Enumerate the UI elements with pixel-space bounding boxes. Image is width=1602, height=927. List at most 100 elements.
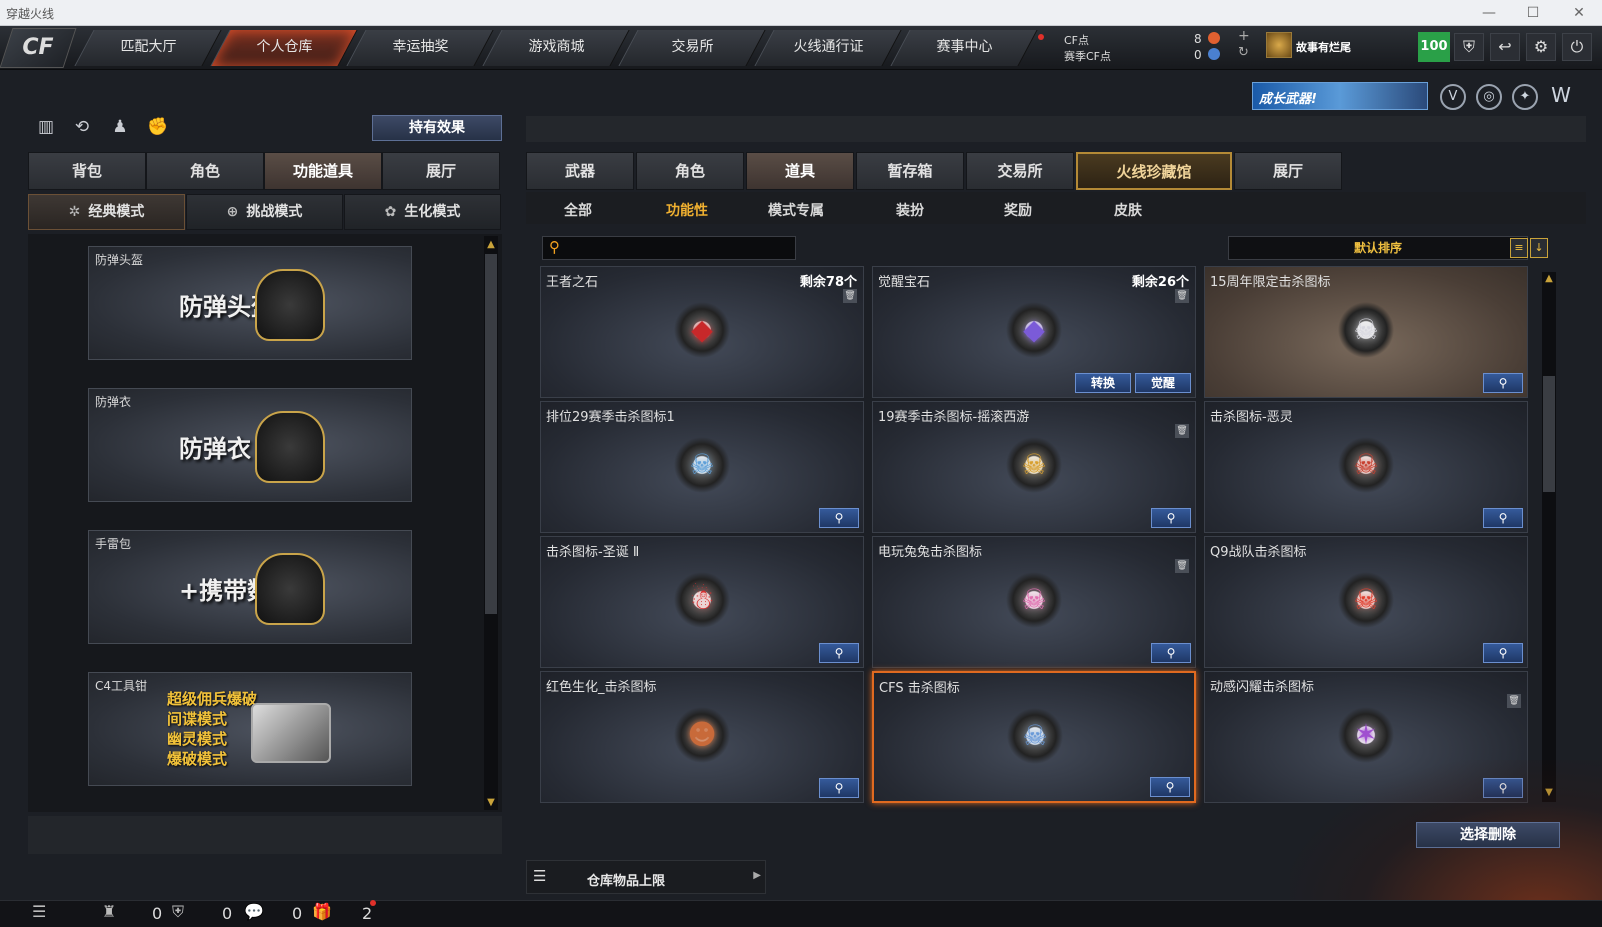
- trash-icon[interactable]: 🗑: [1175, 559, 1189, 573]
- right-tab-5[interactable]: 火线珍藏馆: [1076, 152, 1232, 190]
- avatar[interactable]: [1266, 32, 1292, 58]
- item-card[interactable]: 红色生化_击杀图标 ☻ ⚲: [540, 671, 864, 803]
- magnify-icon[interactable]: ⚲: [1150, 777, 1190, 797]
- nav-tab-1[interactable]: 个人仓库: [210, 30, 358, 66]
- trash-icon[interactable]: 🗑: [1175, 424, 1189, 438]
- sub-tab-0[interactable]: 全部: [564, 200, 592, 220]
- menu-icon[interactable]: ☰: [32, 902, 46, 921]
- right-scroll-up[interactable]: ▲: [1542, 272, 1556, 286]
- item-card[interactable]: 击杀图标-圣诞 Ⅱ ☃ ⚲: [540, 536, 864, 668]
- magnify-icon[interactable]: ⚲: [819, 508, 859, 528]
- left-tab-3[interactable]: 展厅: [382, 152, 500, 190]
- cf-logo[interactable]: CF: [0, 28, 77, 68]
- trash-icon[interactable]: 🗑: [1175, 289, 1189, 303]
- close-button[interactable]: ✕: [1562, 2, 1596, 24]
- nav-tab-3[interactable]: 游戏商城: [482, 30, 630, 66]
- mode-tab-0[interactable]: ✲ 经典模式: [28, 194, 185, 230]
- status-count-gift: 2: [362, 904, 373, 923]
- nav-tab-2[interactable]: 幸运抽奖: [346, 30, 494, 66]
- add-cf-button[interactable]: +: [1238, 28, 1250, 44]
- item-emblem-icon: ◆: [669, 297, 735, 363]
- search-input[interactable]: ⚲: [542, 236, 796, 260]
- left-item-card[interactable]: C4工具钳 超级佣兵爆破 间谍模式 幽灵模式 爆破模式: [88, 672, 412, 786]
- sort-direction-icon[interactable]: ↓: [1530, 238, 1548, 258]
- trash-icon[interactable]: 🗑: [843, 289, 857, 303]
- item-card[interactable]: Q9战队击杀图标 ☠ ⚲: [1204, 536, 1528, 668]
- left-scroll-up[interactable]: ▲: [484, 238, 498, 252]
- item-card[interactable]: 排位29赛季击杀图标1 ☠ ⚲: [540, 401, 864, 533]
- maximize-button[interactable]: ☐: [1516, 2, 1550, 24]
- gift-icon[interactable]: 🎁: [312, 902, 332, 921]
- stats-icon[interactable]: ▥: [34, 117, 58, 141]
- magnify-icon[interactable]: ⚲: [1151, 643, 1191, 663]
- left-item-card[interactable]: 防弹头盔 防弹头盔: [88, 246, 412, 360]
- shield-status-icon[interactable]: ⛨: [172, 902, 184, 922]
- sub-tab-2[interactable]: 模式专属: [768, 200, 824, 220]
- magnify-icon[interactable]: ⚲: [819, 778, 859, 798]
- right-tab-2[interactable]: 道具: [746, 152, 854, 190]
- sub-tab-4[interactable]: 奖励: [1004, 200, 1032, 220]
- gear-icon[interactable]: ⚙: [1526, 33, 1556, 61]
- item-card[interactable]: 击杀图标-恶灵 ☠ ⚲: [1204, 401, 1528, 533]
- item-card[interactable]: 电玩兔兔击杀图标 🗑 ☠ ⚲: [872, 536, 1196, 668]
- left-tab-2[interactable]: 功能道具: [264, 152, 382, 190]
- right-tab-4[interactable]: 交易所: [966, 152, 1074, 190]
- trash-icon[interactable]: 🗑: [1507, 694, 1521, 708]
- character-icon[interactable]: ♟: [108, 117, 132, 141]
- list-view-icon[interactable]: ≡: [1510, 238, 1528, 258]
- minimize-button[interactable]: —: [1472, 2, 1506, 24]
- shield-icon[interactable]: ⛨: [1454, 33, 1484, 61]
- badge-icon[interactable]: V: [1440, 84, 1466, 110]
- user-name[interactable]: 故事有烂尾: [1296, 39, 1351, 55]
- mode-tab-2[interactable]: ✿ 生化模式: [344, 194, 501, 230]
- awaken-button[interactable]: 觉醒: [1135, 373, 1191, 393]
- select-delete-button[interactable]: 选择删除: [1416, 822, 1560, 848]
- right-tab-6[interactable]: 展厅: [1234, 152, 1342, 190]
- currency-panel: CF点 赛季CF点 8 0 + ↻: [1064, 28, 1254, 66]
- chat-icon[interactable]: 💬: [244, 902, 264, 921]
- left-tab-1[interactable]: 角色: [146, 152, 264, 190]
- item-card[interactable]: 觉醒宝石 剩余26个 🗑 ◆ 转换 觉醒: [872, 266, 1196, 398]
- capacity-bar[interactable]: ☰ 仓库物品上限 ▶: [526, 860, 766, 894]
- refresh-button[interactable]: ↻: [1238, 45, 1249, 60]
- item-card[interactable]: 19赛季击杀图标-摇滚西游 🗑 ☠ ⚲: [872, 401, 1196, 533]
- nav-tab-6[interactable]: 赛事中心: [890, 30, 1038, 66]
- sub-tab-3[interactable]: 装扮: [896, 200, 924, 220]
- sub-tab-1[interactable]: 功能性: [666, 200, 708, 220]
- left-item-card[interactable]: 防弹衣 防弹衣: [88, 388, 412, 502]
- magnify-icon[interactable]: ⚲: [1483, 508, 1523, 528]
- sort-dropdown[interactable]: 默认排序: [1228, 236, 1528, 260]
- left-item-card[interactable]: 手雷包 +携带数: [88, 530, 412, 644]
- magnify-icon[interactable]: ⚲: [819, 643, 859, 663]
- growth-weapon-banner[interactable]: 成长武器!: [1252, 82, 1428, 110]
- nav-tab-4[interactable]: 交易所: [618, 30, 766, 66]
- right-tab-0[interactable]: 武器: [526, 152, 634, 190]
- grenade-icon[interactable]: ✊: [146, 117, 170, 141]
- nav-tab-5[interactable]: 火线通行证: [754, 30, 902, 66]
- history-icon[interactable]: ⟲: [70, 117, 94, 141]
- magnify-icon[interactable]: ⚲: [1483, 373, 1523, 393]
- left-scroll-down[interactable]: ▼: [484, 796, 498, 810]
- left-tab-0[interactable]: 背包: [28, 152, 146, 190]
- nav-tab-0[interactable]: 匹配大厅: [74, 30, 222, 66]
- sub-tab-5[interactable]: 皮肤: [1114, 200, 1142, 220]
- w-logo-icon[interactable]: W: [1548, 84, 1574, 110]
- right-scrollbar[interactable]: [1542, 272, 1556, 802]
- power-icon[interactable]: ⏻: [1562, 33, 1592, 61]
- item-card[interactable]: CFS 击杀图标 ☠ ⚲: [872, 671, 1196, 803]
- right-tab-3[interactable]: 暂存箱: [856, 152, 964, 190]
- emblem-icon[interactable]: ✦: [1512, 84, 1538, 110]
- right-scroll-thumb[interactable]: [1543, 376, 1555, 492]
- mode-tab-1[interactable]: ⊕ 挑战模式: [186, 194, 343, 230]
- item-card[interactable]: 15周年限定击杀图标 ☠ ⚲: [1204, 266, 1528, 398]
- globe-icon[interactable]: ◎: [1476, 84, 1502, 110]
- right-tab-1[interactable]: 角色: [636, 152, 744, 190]
- convert-button[interactable]: 转换: [1075, 373, 1131, 393]
- magnify-icon[interactable]: ⚲: [1151, 508, 1191, 528]
- friends-icon[interactable]: ♜: [102, 902, 116, 921]
- hold-effect-button[interactable]: 持有效果: [372, 115, 502, 141]
- return-icon[interactable]: ↩: [1490, 33, 1520, 61]
- left-scroll-thumb[interactable]: [485, 254, 497, 614]
- item-card[interactable]: 王者之石 剩余78个 🗑 ◆: [540, 266, 864, 398]
- magnify-icon[interactable]: ⚲: [1483, 643, 1523, 663]
